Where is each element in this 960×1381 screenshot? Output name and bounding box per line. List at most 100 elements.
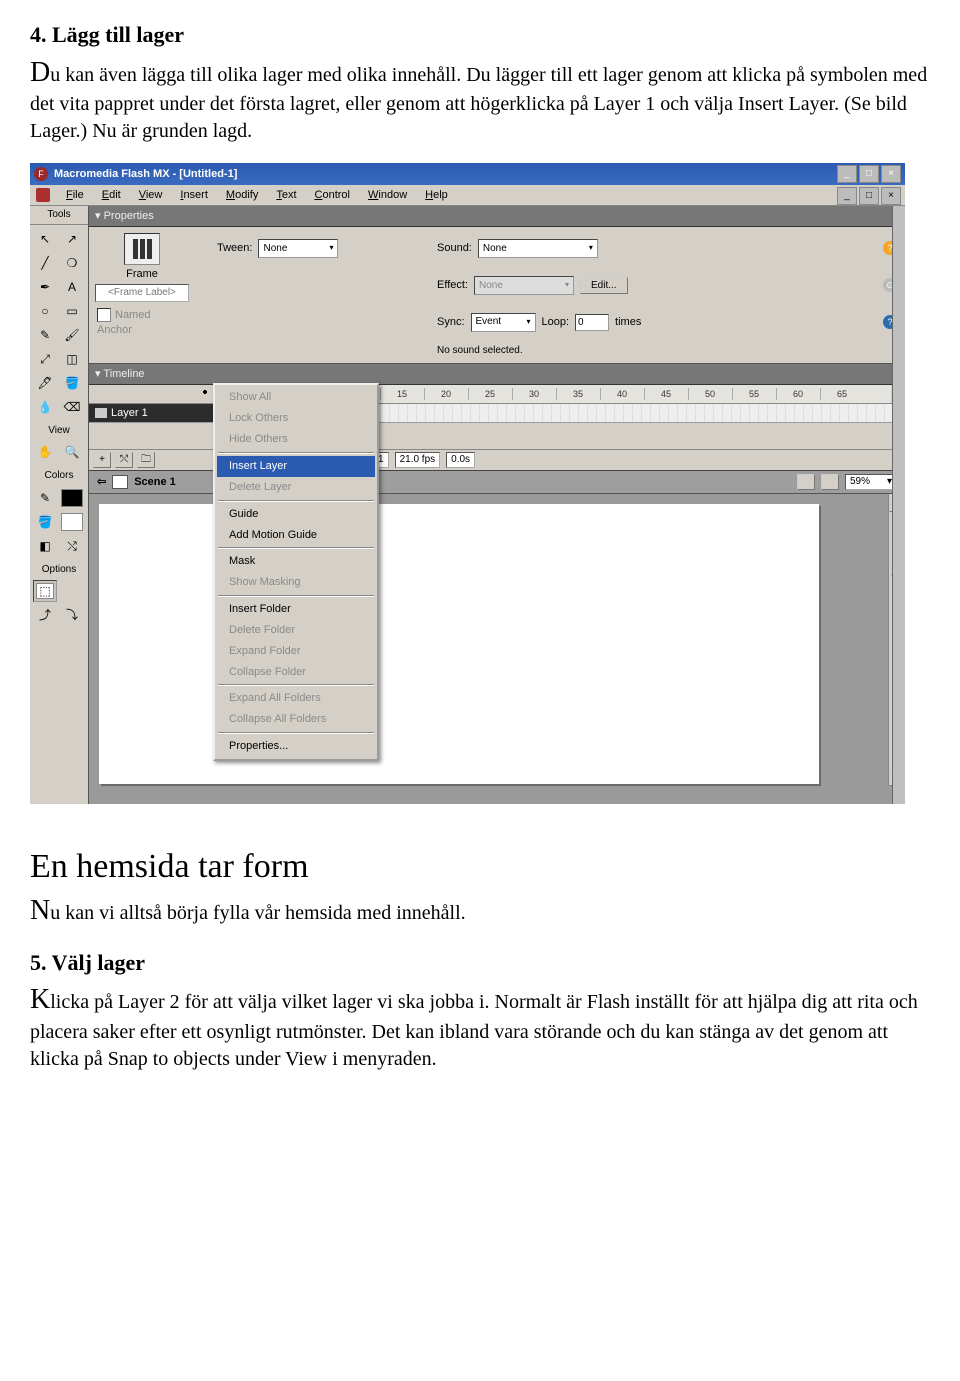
elapsed-display: 0.0s: [446, 452, 475, 468]
menu-help[interactable]: Help: [417, 186, 456, 205]
text-tool-icon[interactable]: A: [60, 276, 84, 298]
fill-swatch[interactable]: [60, 511, 84, 533]
workarea: Tools ↖ ↗ ╱ ❍ ✒ A ○ ▭ ✎ 🖌 ⤢ ◫ 🖋 🪣 💧 ⌫ Vi…: [30, 206, 905, 804]
arrow-tool-icon[interactable]: ↖: [33, 228, 57, 250]
flash-screenshot: F Macromedia Flash MX - [Untitled-1] _ □…: [30, 163, 905, 804]
add-folder-button[interactable]: 🗀: [137, 452, 155, 468]
named-anchor-checkbox[interactable]: [97, 308, 111, 322]
stage[interactable]: [99, 504, 819, 784]
rightcol: Properties Frame <Frame Label> Named Anc…: [89, 206, 905, 804]
titlebar: F Macromedia Flash MX - [Untitled-1] _ □…: [30, 163, 905, 185]
view-label: View: [30, 421, 88, 439]
menu-modify[interactable]: Modify: [218, 186, 266, 205]
ctx-insert-folder[interactable]: Insert Folder: [217, 599, 375, 620]
eye-icon[interactable]: [199, 386, 211, 398]
canvas-area[interactable]: ▲ ▼: [89, 494, 905, 804]
menu-view[interactable]: View: [131, 186, 171, 205]
minimize-button[interactable]: _: [837, 165, 857, 183]
edit-scene-icon[interactable]: [797, 474, 815, 490]
noswap-icon[interactable]: ⤭: [60, 535, 84, 557]
section4-body: Du kan även lägga till olika lager med o…: [30, 54, 930, 146]
ctx-show-all: Show All: [217, 387, 375, 408]
smooth-option-icon[interactable]: ⤴: [33, 604, 57, 626]
frame-title: Frame: [126, 267, 158, 282]
fps-display: 21.0 fps: [395, 452, 441, 468]
stroke-color-icon[interactable]: ✎: [33, 487, 57, 509]
app-icon: F: [34, 167, 48, 181]
paintbucket-tool-icon[interactable]: 🪣: [60, 372, 84, 394]
tween-dropdown[interactable]: None▾: [258, 239, 338, 258]
timeline-ruler-row: 1 5 10 15 20 25 30 35 40 45 50 55 60 65: [89, 385, 905, 404]
ctx-insert-layer[interactable]: Insert Layer: [217, 456, 375, 477]
fill-transform-tool-icon[interactable]: ◫: [60, 348, 84, 370]
doc-minimize-button[interactable]: _: [837, 187, 857, 205]
properties-title: Properties: [95, 209, 154, 224]
section5-dropcap: K: [30, 984, 50, 1015]
layer-name-text: Layer 1: [111, 406, 148, 421]
eraser-tool-icon[interactable]: ⌫: [60, 396, 84, 418]
oval-tool-icon[interactable]: ○: [33, 300, 57, 322]
hand-tool-icon[interactable]: ✋: [33, 441, 57, 463]
ctx-delete-folder: Delete Folder: [217, 620, 375, 641]
add-guide-button[interactable]: ⤲: [115, 452, 133, 468]
transform-tool-icon[interactable]: ⤢: [33, 348, 57, 370]
sync-dropdown[interactable]: Event▾: [471, 313, 536, 332]
back-icon[interactable]: ⇦: [97, 475, 106, 490]
brush-tool-icon[interactable]: 🖌: [60, 324, 84, 346]
tick: 50: [688, 388, 732, 400]
no-sound-text: No sound selected.: [437, 344, 877, 358]
scene-label[interactable]: Scene 1: [134, 475, 176, 490]
timeline-header[interactable]: Timeline: [89, 364, 905, 385]
zoom-tool-icon[interactable]: 🔍: [60, 441, 84, 463]
rect-tool-icon[interactable]: ▭: [60, 300, 84, 322]
menu-text[interactable]: Text: [268, 186, 304, 205]
menu-insert[interactable]: Insert: [172, 186, 216, 205]
properties-header[interactable]: Properties: [89, 206, 905, 227]
tween-label: Tween:: [217, 241, 252, 256]
layer-row[interactable]: Layer 1: [89, 404, 905, 423]
edit-button[interactable]: Edit...: [580, 277, 628, 295]
edit-symbols-icon[interactable]: [821, 474, 839, 490]
line-tool-icon[interactable]: ╱: [33, 252, 57, 274]
scene-icon: [112, 475, 128, 489]
sound-dropdown[interactable]: None▾: [478, 239, 598, 258]
stroke-swatch[interactable]: [60, 487, 84, 509]
straighten-option-icon[interactable]: ⤵: [60, 604, 84, 626]
menu-window[interactable]: Window: [360, 186, 415, 205]
inkbottle-tool-icon[interactable]: 🖋: [33, 372, 57, 394]
frame-preview-icon: [124, 233, 160, 265]
ctx-add-motion-guide[interactable]: Add Motion Guide: [217, 525, 375, 546]
ctx-show-masking: Show Masking: [217, 572, 375, 593]
timeline-footer: + ⤲ 🗀 🗑 ⟲ ◎ ◌ ≣ ⟐ 1 21.0 fps 0.: [89, 450, 905, 470]
right-panels-collapsed[interactable]: [892, 206, 905, 804]
tick: 25: [468, 388, 512, 400]
snap-option-icon[interactable]: ⬚: [33, 580, 57, 602]
subselect-tool-icon[interactable]: ↗: [60, 228, 84, 250]
ctx-properties-[interactable]: Properties...: [217, 736, 375, 757]
menu-file[interactable]: File: [58, 186, 92, 205]
doc-close-button[interactable]: ×: [881, 187, 901, 205]
frame-label-input[interactable]: <Frame Label>: [95, 284, 189, 302]
maximize-button[interactable]: □: [859, 165, 879, 183]
layer-frames[interactable]: [299, 404, 905, 422]
zoom-dropdown[interactable]: 59%▾: [845, 474, 897, 490]
insert-layer-button[interactable]: +: [93, 452, 111, 468]
ctx-mask[interactable]: Mask: [217, 551, 375, 572]
lasso-tool-icon[interactable]: ❍: [60, 252, 84, 274]
document-icon: [36, 188, 50, 202]
ctx-hide-others: Hide Others: [217, 429, 375, 450]
section5-body: Klicka på Layer 2 för att välja vilket l…: [30, 981, 930, 1073]
eyedropper-tool-icon[interactable]: 💧: [33, 396, 57, 418]
effect-label: Effect:: [437, 278, 468, 293]
tick: 30: [512, 388, 556, 400]
pencil-tool-icon[interactable]: ✎: [33, 324, 57, 346]
doc-maximize-button[interactable]: □: [859, 187, 879, 205]
ctx-guide[interactable]: Guide: [217, 504, 375, 525]
pen-tool-icon[interactable]: ✒: [33, 276, 57, 298]
menu-edit[interactable]: Edit: [94, 186, 129, 205]
bw-icon[interactable]: ◧: [33, 535, 57, 557]
loop-input[interactable]: [575, 314, 609, 331]
menu-control[interactable]: Control: [307, 186, 358, 205]
close-button[interactable]: ×: [881, 165, 901, 183]
fill-color-icon[interactable]: 🪣: [33, 511, 57, 533]
